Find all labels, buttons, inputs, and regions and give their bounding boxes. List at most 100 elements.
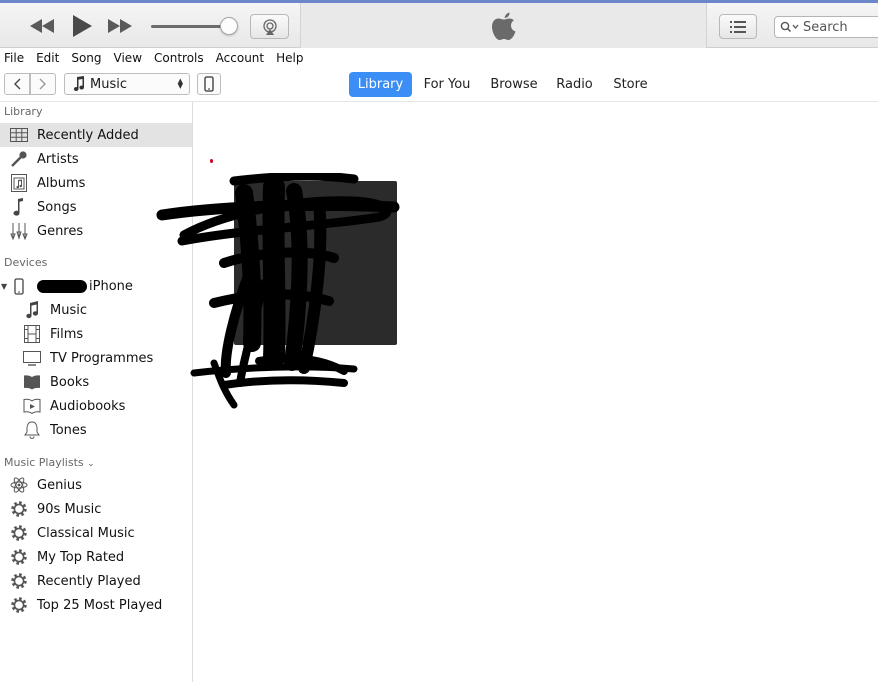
sidebar-item-top-25-most-played[interactable]: Top 25 Most Played bbox=[0, 593, 192, 617]
sidebar-item-label: Audiobooks bbox=[50, 398, 126, 414]
back-button[interactable] bbox=[4, 73, 30, 95]
film-icon bbox=[22, 324, 42, 344]
menu-controls[interactable]: Controls bbox=[154, 51, 204, 65]
sidebar-item-label: My Top Rated bbox=[37, 549, 125, 565]
player-toolbar bbox=[0, 0, 878, 48]
sidebar-item-label: Recently Played bbox=[37, 573, 141, 589]
redacted-device-name bbox=[37, 279, 87, 293]
fast-forward-button[interactable] bbox=[106, 15, 134, 37]
sidebar-item-device-tv-programmes[interactable]: TV Programmes bbox=[0, 346, 192, 370]
tab-for-you[interactable]: For You bbox=[418, 72, 476, 97]
sidebar-item-artists[interactable]: Artists bbox=[0, 147, 192, 171]
sidebar-item-label: Albums bbox=[37, 175, 86, 191]
tv-icon bbox=[22, 348, 42, 368]
rewind-icon bbox=[30, 19, 54, 33]
disclosure-triangle-icon[interactable]: ▼ bbox=[1, 282, 7, 291]
tab-browse[interactable]: Browse bbox=[486, 72, 542, 97]
tab-library[interactable]: Library bbox=[349, 72, 412, 97]
sidebar-item-label: Films bbox=[50, 326, 84, 342]
album-artwork-tile[interactable] bbox=[234, 181, 397, 345]
sidebar-item-label: TV Programmes bbox=[50, 350, 154, 366]
sidebar-item-device-music[interactable]: Music bbox=[0, 298, 192, 322]
search-input[interactable] bbox=[803, 19, 878, 35]
genius-atom-icon bbox=[9, 475, 29, 495]
library-section-header: Library bbox=[4, 105, 43, 118]
play-icon bbox=[73, 15, 92, 37]
sidebar: Library Recently Added Artists Albums So… bbox=[0, 102, 193, 682]
now-playing-display bbox=[300, 3, 707, 48]
audiobook-icon bbox=[22, 396, 42, 416]
sidebar-item-device-iphone[interactable]: ▼ iPhone bbox=[0, 274, 192, 298]
menu-view[interactable]: View bbox=[114, 51, 142, 65]
music-note-icon bbox=[22, 300, 42, 320]
navigation-bar: Music ▲ ▼ Library For You Browse Radio St… bbox=[0, 68, 878, 102]
book-icon bbox=[22, 372, 42, 392]
sidebar-item-my-top-rated[interactable]: My Top Rated bbox=[0, 545, 192, 569]
volume-slider-knob[interactable] bbox=[220, 17, 238, 35]
sidebar-item-device-books[interactable]: Books bbox=[0, 370, 192, 394]
forward-button[interactable] bbox=[30, 73, 56, 95]
sidebar-item-label: Top 25 Most Played bbox=[37, 597, 163, 613]
tab-radio[interactable]: Radio bbox=[552, 72, 597, 97]
sidebar-item-device-audiobooks[interactable]: Audiobooks bbox=[0, 394, 192, 418]
sidebar-item-device-films[interactable]: Films bbox=[0, 322, 192, 346]
menu-help[interactable]: Help bbox=[276, 51, 303, 65]
menu-file[interactable]: File bbox=[4, 51, 24, 65]
airplay-button[interactable] bbox=[250, 14, 289, 39]
sidebar-item-90s-music[interactable]: 90s Music bbox=[0, 497, 192, 521]
devices-section-header: Devices bbox=[4, 256, 48, 269]
chevron-down-icon: ⌄ bbox=[87, 459, 95, 469]
sidebar-item-label: Genius bbox=[37, 477, 82, 493]
menu-bar: File Edit Song View Controls Account Hel… bbox=[0, 48, 878, 68]
up-next-list-button[interactable] bbox=[719, 14, 757, 39]
music-note-icon bbox=[73, 76, 84, 91]
music-note-icon bbox=[9, 197, 29, 217]
stray-mark bbox=[210, 159, 213, 163]
microphone-icon bbox=[9, 149, 29, 169]
sidebar-item-classical-music[interactable]: Classical Music bbox=[0, 521, 192, 545]
updown-arrows-icon: ▲ ▼ bbox=[177, 77, 183, 90]
gear-icon bbox=[9, 499, 29, 519]
sidebar-item-label: 90s Music bbox=[37, 501, 102, 517]
sidebar-item-genius[interactable]: Genius bbox=[0, 473, 192, 497]
sidebar-item-genres[interactable]: Genres bbox=[0, 219, 192, 243]
sidebar-item-recently-added[interactable]: Recently Added bbox=[0, 123, 192, 147]
media-kind-label: Music bbox=[90, 76, 127, 92]
music-playlists-section-header[interactable]: Music Playlists ⌄ bbox=[4, 456, 95, 469]
fast-forward-icon bbox=[108, 19, 132, 33]
rewind-button[interactable] bbox=[28, 15, 56, 37]
volume-slider[interactable] bbox=[151, 25, 231, 28]
chevron-right-icon bbox=[39, 78, 46, 90]
sidebar-item-label: Songs bbox=[37, 199, 77, 215]
music-playlists-header-label: Music Playlists bbox=[4, 456, 84, 469]
sidebar-item-device-tones[interactable]: Tones bbox=[0, 418, 192, 442]
gear-icon bbox=[9, 523, 29, 543]
menu-edit[interactable]: Edit bbox=[36, 51, 59, 65]
sidebar-item-recently-played[interactable]: Recently Played bbox=[0, 569, 192, 593]
sidebar-item-label: Tones bbox=[50, 422, 87, 438]
sidebar-item-label: Music bbox=[50, 302, 87, 318]
menu-account[interactable]: Account bbox=[216, 51, 264, 65]
menu-song[interactable]: Song bbox=[71, 51, 101, 65]
sidebar-item-songs[interactable]: Songs bbox=[0, 195, 192, 219]
search-field[interactable] bbox=[774, 16, 878, 38]
gear-icon bbox=[9, 547, 29, 567]
tab-store[interactable]: Store bbox=[609, 72, 652, 97]
chevron-left-icon bbox=[14, 78, 21, 90]
play-button[interactable] bbox=[68, 13, 96, 39]
sidebar-item-albums[interactable]: Albums bbox=[0, 171, 192, 195]
media-kind-select[interactable]: Music ▲ ▼ bbox=[64, 73, 190, 95]
airplay-icon bbox=[262, 18, 277, 35]
sidebar-item-label: Artists bbox=[37, 151, 79, 167]
iphone-icon bbox=[204, 76, 214, 92]
search-icon bbox=[780, 21, 799, 33]
device-name-label: iPhone bbox=[89, 278, 133, 294]
bell-icon bbox=[22, 420, 42, 440]
main-content bbox=[156, 103, 878, 682]
sidebar-item-label: Recently Added bbox=[37, 127, 139, 143]
album-icon bbox=[9, 173, 29, 193]
sidebar-item-label: Books bbox=[50, 374, 90, 390]
gear-icon bbox=[9, 571, 29, 591]
device-button[interactable] bbox=[197, 73, 221, 95]
sidebar-item-label: Genres bbox=[37, 223, 84, 239]
